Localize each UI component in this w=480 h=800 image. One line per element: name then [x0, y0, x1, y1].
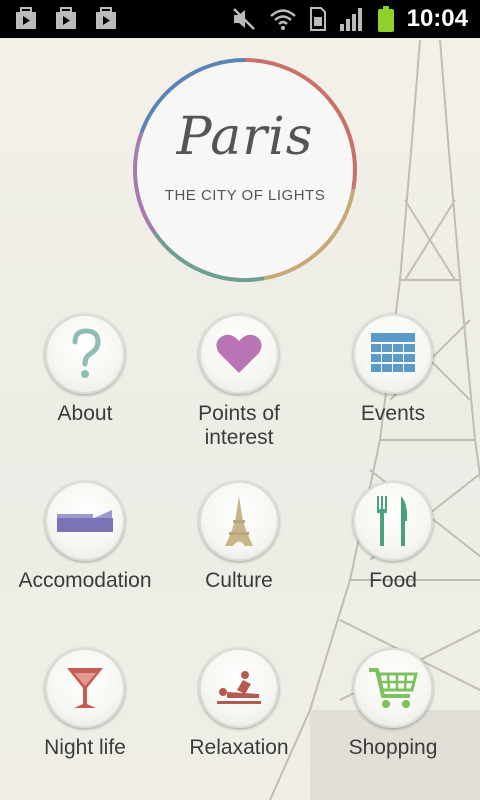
- menu-label-accomodation: Accomodation: [18, 569, 152, 592]
- logo-ring: [133, 58, 357, 282]
- menu-item-food[interactable]: Food: [313, 481, 473, 593]
- menu-label-culture: Culture: [205, 569, 273, 592]
- menu-item-culture[interactable]: Culture: [159, 481, 319, 593]
- question-icon: [72, 328, 101, 378]
- menu-label-night-life: Night life: [44, 736, 126, 759]
- menu-label-shopping: Shopping: [348, 736, 438, 759]
- bed-icon: [57, 510, 113, 532]
- shopping-cart-icon: [369, 668, 418, 708]
- menu-label-points-of-interest: Points of interest: [198, 402, 280, 449]
- heart-icon: [216, 334, 262, 373]
- menu-button-events[interactable]: [353, 314, 433, 394]
- menu-item-points-of-interest[interactable]: Points of interest: [159, 314, 319, 450]
- menu-button-night-life[interactable]: [45, 648, 125, 728]
- menu-button-about[interactable]: [45, 314, 125, 394]
- menu-item-events[interactable]: Events: [313, 314, 473, 426]
- menu-button-points-of-interest[interactable]: [199, 314, 279, 394]
- menu-button-relaxation[interactable]: [199, 648, 279, 728]
- play-store-icon: [16, 7, 36, 29]
- menu-item-accomodation[interactable]: Accomodation: [5, 481, 165, 593]
- calendar-icon: [371, 333, 415, 372]
- app-screen: 10:04 Paris THE CITY OF LIGHTS About Poi…: [0, 0, 480, 800]
- menu-label-relaxation: Relaxation: [189, 736, 289, 759]
- menu-button-shopping[interactable]: [353, 648, 433, 728]
- play-store-icon: [96, 7, 116, 29]
- menu-button-accomodation[interactable]: [45, 481, 125, 561]
- fork-knife-icon: [377, 496, 408, 546]
- massage-icon: [217, 671, 261, 704]
- menu-item-shopping[interactable]: Shopping: [313, 648, 473, 760]
- eiffel-tower-icon: [225, 496, 253, 546]
- menu-button-food[interactable]: [353, 481, 433, 561]
- menu-label-food: Food: [369, 569, 417, 592]
- menu-label-about: About: [57, 402, 113, 425]
- play-store-icon: [56, 7, 76, 29]
- menu-item-night-life[interactable]: Night life: [5, 648, 165, 760]
- menu-item-about[interactable]: About: [5, 314, 165, 426]
- menu-label-events: Events: [360, 402, 426, 425]
- cocktail-icon: [67, 668, 103, 708]
- paris-logo: Paris THE CITY OF LIGHTS: [130, 55, 360, 285]
- menu-item-relaxation[interactable]: Relaxation: [159, 648, 319, 760]
- logo-title: Paris: [176, 107, 314, 167]
- menu-button-culture[interactable]: [199, 481, 279, 561]
- logo-subtitle: THE CITY OF LIGHTS: [164, 187, 326, 204]
